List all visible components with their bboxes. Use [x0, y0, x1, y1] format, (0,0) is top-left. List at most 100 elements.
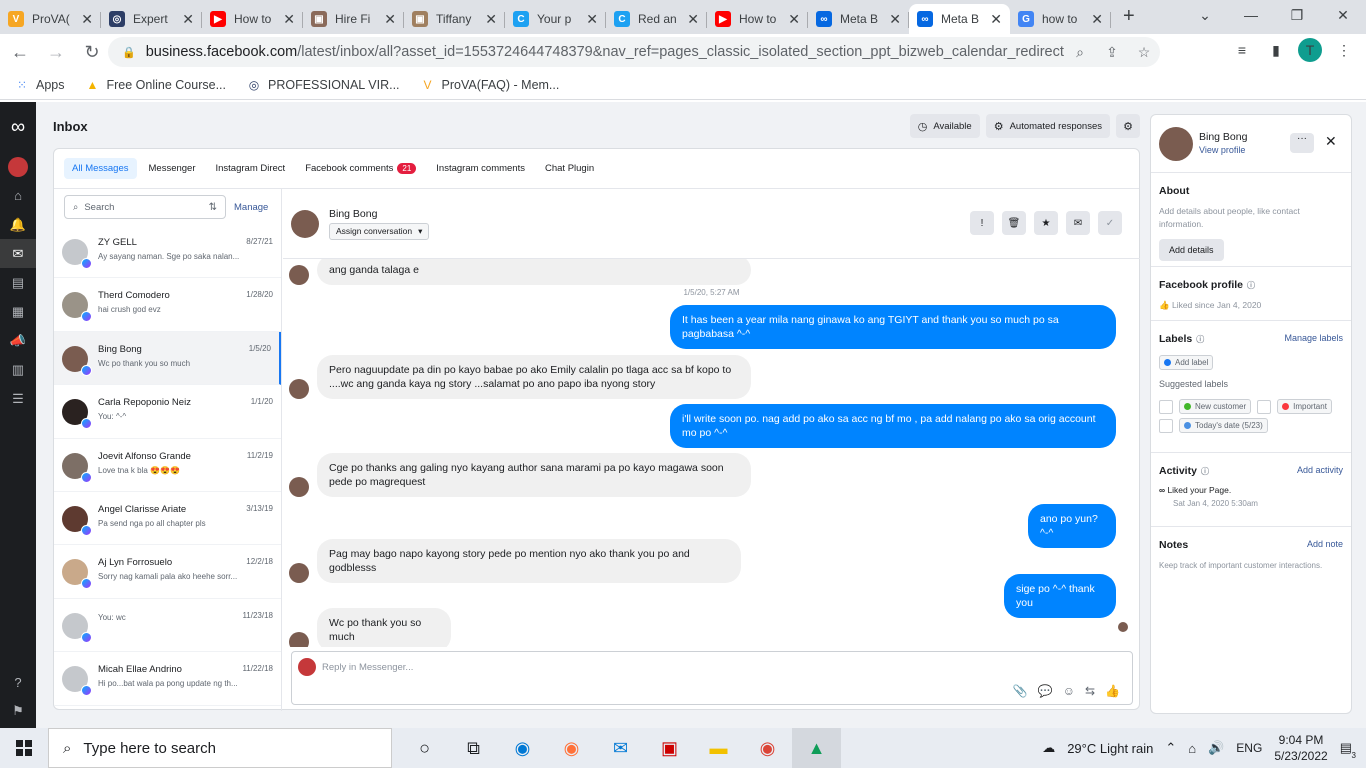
tab-close-icon[interactable]: ✕: [1091, 11, 1103, 28]
meta-logo-icon[interactable]: ∞: [0, 102, 36, 152]
new-customer-chip[interactable]: New customer: [1179, 399, 1252, 414]
more-actions-icon[interactable]: ⇆: [1085, 684, 1095, 698]
contact-avatar[interactable]: [291, 209, 319, 238]
conversation-item[interactable]: Carla Repoponio Neiz You: ^-^ 1/1/20: [54, 385, 281, 439]
filter-tab[interactable]: Chat Plugin: [537, 158, 602, 179]
add-label-chip[interactable]: Add label: [1159, 355, 1214, 370]
posts-icon[interactable]: ▤: [0, 268, 36, 297]
profile-avatar[interactable]: T: [1298, 38, 1322, 62]
star-icon[interactable]: ★: [1034, 211, 1058, 235]
taskbar-search-input[interactable]: ⌕ Type here to search: [48, 728, 392, 768]
info-icon[interactable]: ⓘ: [1201, 466, 1209, 477]
browser-tab[interactable]: V ProVA(✕: [0, 4, 101, 34]
browser-tab[interactable]: ∞ Meta B ✕: [909, 4, 1010, 34]
search-input[interactable]: ⌕ Search ⇅: [64, 195, 226, 219]
tab-close-icon[interactable]: ✕: [889, 11, 901, 28]
important-checkbox[interactable]: [1257, 399, 1272, 414]
mark-unread-icon[interactable]: ✉: [1066, 211, 1090, 235]
automated-responses-button[interactable]: ⚙ Automated responses: [985, 114, 1110, 138]
tab-close-icon[interactable]: ✕: [990, 11, 1002, 28]
calendar-icon[interactable]: ▦: [0, 297, 36, 326]
message-bubble[interactable]: sige po ^-^ thank you: [1004, 574, 1116, 618]
attach-icon[interactable]: 📎: [1013, 684, 1028, 698]
more-options-icon[interactable]: ···: [1290, 133, 1314, 153]
conversation-item[interactable]: Joevit Alfonso Grande Love tna k bla 😍😍😍…: [54, 439, 281, 492]
saved-replies-icon[interactable]: 💬: [1038, 684, 1053, 698]
menu-icon[interactable]: ⋮: [1332, 38, 1356, 62]
todays-date-checkbox[interactable]: [1159, 418, 1173, 433]
ads-icon[interactable]: 📣: [0, 326, 36, 355]
browser-tab[interactable]: ▣ Tiffany ✕: [404, 4, 505, 34]
view-profile-link[interactable]: View profile: [1199, 145, 1245, 155]
chrome-icon[interactable]: ◉: [743, 728, 792, 768]
conversation-item[interactable]: Micah Ellae Andrino Hi po...bat wala pa …: [54, 652, 281, 706]
manage-labels-link[interactable]: Manage labels: [1284, 333, 1343, 343]
back-icon[interactable]: ←: [4, 36, 36, 68]
firefox-icon[interactable]: ◉: [547, 728, 596, 768]
tray-chevron-icon[interactable]: ⌃: [1165, 740, 1176, 756]
close-window-icon[interactable]: ✕: [1320, 0, 1366, 30]
windows-start-icon[interactable]: [0, 728, 48, 768]
browser-tab[interactable]: ▣ Hire Fi ✕: [303, 4, 404, 34]
notifications-icon[interactable]: 🔔: [0, 210, 36, 239]
home-icon[interactable]: ⌂: [0, 181, 36, 210]
weather-text[interactable]: 29°C Light rain: [1067, 741, 1153, 756]
new-customer-checkbox[interactable]: [1159, 399, 1173, 414]
done-check-icon[interactable]: ✓: [1098, 211, 1122, 235]
bookmark-item[interactable]: ▲ Free Online Course...: [85, 77, 226, 93]
filter-tab[interactable]: Facebook comments 21: [297, 158, 424, 179]
filter-tab[interactable]: Instagram comments: [428, 158, 533, 179]
close-icon[interactable]: ✕: [1325, 133, 1337, 150]
cortana-icon[interactable]: ○: [400, 728, 449, 768]
edge-icon[interactable]: ◉: [498, 728, 547, 768]
add-details-button[interactable]: Add details: [1159, 239, 1224, 261]
bookmark-item[interactable]: V ProVA(FAQ) - Mem...: [420, 77, 560, 93]
browser-tab[interactable]: ▶ How to ✕: [707, 4, 808, 34]
minimize-icon[interactable]: —: [1228, 0, 1274, 30]
restore-icon[interactable]: ❐: [1274, 0, 1320, 30]
tab-close-icon[interactable]: ✕: [81, 11, 93, 28]
network-icon[interactable]: ⌂: [1188, 741, 1196, 756]
page-avatar-icon[interactable]: [0, 152, 36, 181]
filter-tab[interactable]: All Messages: [64, 158, 137, 179]
message-bubble[interactable]: Pag may bago napo kayong story pede po m…: [317, 539, 741, 583]
mail-icon[interactable]: ✉: [596, 728, 645, 768]
manage-link[interactable]: Manage: [234, 202, 268, 213]
tab-close-icon[interactable]: ✕: [586, 11, 598, 28]
filter-tab[interactable]: Instagram Direct: [208, 158, 294, 179]
file-explorer-icon[interactable]: ▬: [694, 728, 743, 768]
conversation-item[interactable]: You: wc 11/23/18: [54, 599, 281, 653]
add-activity-link[interactable]: Add activity: [1297, 465, 1343, 475]
conversation-item[interactable]: Therd Comodero hai crush god evz 1/28/20: [54, 278, 281, 332]
tab-close-icon[interactable]: ✕: [283, 11, 295, 28]
zoom-icon[interactable]: ⌕: [1064, 44, 1096, 61]
taskbar-clock[interactable]: 9:04 PM 5/23/2022: [1274, 732, 1327, 764]
filter-sliders-icon[interactable]: ⇅: [209, 202, 217, 213]
message-bubble[interactable]: Wc po thank you so much: [317, 608, 451, 647]
message-bubble[interactable]: It has been a year mila nang ginawa ko a…: [670, 305, 1116, 349]
tab-search-icon[interactable]: ⌄: [1182, 0, 1228, 30]
trash-icon[interactable]: 🗑: [1002, 211, 1026, 235]
info-icon[interactable]: ⓘ: [1196, 334, 1204, 345]
reading-list-icon[interactable]: ≡: [1230, 38, 1254, 62]
settings-button[interactable]: ⚙: [1116, 114, 1140, 138]
conversation-item[interactable]: Aj Lyn Forrosuelo Sorry nag kamali pala …: [54, 545, 281, 599]
conversation-item[interactable]: ZY GELL Ay sayang naman. Sge po saka nal…: [54, 225, 281, 279]
tab-close-icon[interactable]: ✕: [485, 11, 497, 28]
reply-input[interactable]: Reply in Messenger...: [322, 662, 413, 673]
language-indicator[interactable]: ENG: [1236, 741, 1262, 755]
browser-tab[interactable]: ∞ Meta B ✕: [808, 4, 909, 34]
help-icon[interactable]: ?: [0, 668, 36, 697]
info-icon[interactable]: ⓘ: [1247, 280, 1255, 291]
message-bubble[interactable]: Pero naguupdate pa din po kayo babae po …: [317, 355, 751, 399]
message-bubble[interactable]: Cge po thanks ang galing nyo kayang auth…: [317, 453, 751, 497]
like-icon[interactable]: 👍: [1105, 684, 1120, 698]
important-chip[interactable]: Important: [1277, 399, 1332, 414]
tab-close-icon[interactable]: ✕: [384, 11, 396, 28]
app-icon[interactable]: ▣: [645, 728, 694, 768]
tab-close-icon[interactable]: ✕: [687, 11, 699, 28]
bookmark-item[interactable]: ⁙ Apps: [14, 77, 65, 93]
report-icon[interactable]: ⚑: [0, 696, 36, 725]
volume-icon[interactable]: 🔊: [1208, 740, 1224, 756]
spam-icon[interactable]: !: [970, 211, 994, 235]
